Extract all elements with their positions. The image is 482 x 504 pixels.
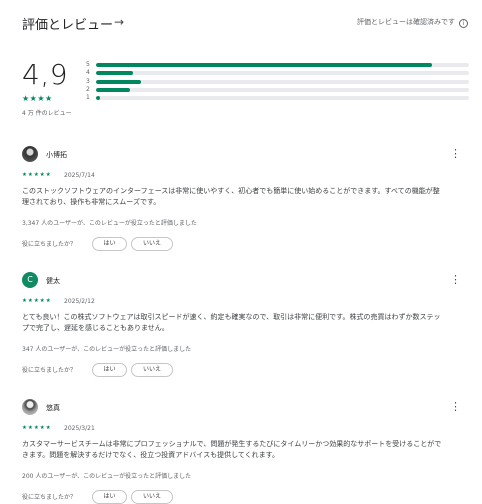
more-vert-icon[interactable]: ⋮	[450, 400, 461, 414]
helpful-count: 200 人のユーザーが、このレビューが役立ったと評価しました	[22, 473, 192, 480]
review-text: このストックソフトウェアのインターフェースは非常に使いやすく、初心者でも簡単に使…	[22, 187, 440, 206]
review-date: 2025/2/12	[64, 298, 95, 305]
rating-bar-fill	[96, 79, 141, 84]
helpful-count: 3,347 人のユーザーが、このレビューが役立ったと評価しました	[22, 220, 197, 227]
review-date: 2025/3/21	[64, 425, 95, 432]
arrow-right-icon[interactable]: →	[112, 14, 126, 30]
helpful-row: 役に立ちましたか？ はい いいえ	[22, 490, 466, 504]
rating-bar-fill	[96, 63, 432, 67]
review-card: 悠真 ⋮ ★★★★★ 2025/3/21 カスタマーサービスチームは非常にプロフ…	[22, 399, 466, 504]
rating-bar-label: 4	[86, 69, 90, 77]
review-date: 2025/7/14	[64, 172, 95, 179]
rating-distribution: 5 4 3 2 1	[86, 61, 472, 102]
info-icon[interactable]: i	[459, 19, 468, 28]
helpful-no-button[interactable]: いいえ	[131, 363, 173, 377]
reviewer-name: 小博拓	[46, 151, 67, 159]
section-header: 評価とレビュー → 評価とレビューは確認済みです i	[22, 14, 472, 34]
more-vert-icon[interactable]: ⋮	[450, 273, 461, 287]
review-card: 小博拓 ⋮ ★★★★★ 2025/7/14 このストックソフトウェアのインターフ…	[22, 146, 466, 251]
rating-bar-label: 1	[86, 94, 90, 102]
review-meta: ★★★★★ 2025/3/21	[22, 425, 466, 436]
avatar: C	[22, 272, 38, 288]
helpful-count: 347 人のユーザーが、このレビューが役立ったと評価しました	[22, 346, 192, 353]
review-text: カスタマーサービスチームは非常にプロフェッショナルで、問題が発生するたびにタイム…	[22, 440, 442, 459]
helpful-no-button[interactable]: いいえ	[131, 490, 173, 504]
review-meta: ★★★★★ 2025/7/14	[22, 172, 466, 183]
rating-summary: 4,9 ★★★★ 4 万 件のレビュー 5 4 3 2 1	[22, 58, 472, 118]
rating-bar-label: 3	[86, 77, 90, 85]
review-card: C 健太 ⋮ ★★★★★ 2025/2/12 とても良い！この株式ソフトウェアは…	[22, 272, 466, 377]
avatar	[22, 146, 38, 162]
avatar	[22, 399, 38, 415]
rating-bar-row: 4	[86, 69, 472, 77]
ratings-reviews-page: 評価とレビュー → 評価とレビューは確認済みです i 4,9 ★★★★ 4 万 件…	[0, 0, 482, 504]
rating-bar-fill	[96, 71, 134, 76]
helpful-no-button[interactable]: いいえ	[131, 237, 173, 251]
rating-bar-label: 5	[86, 61, 90, 68]
helpful-row: 役に立ちましたか？ はい いいえ	[22, 237, 466, 251]
reviewer-name: 悠真	[46, 404, 60, 412]
helpful-yes-button[interactable]: はい	[92, 363, 127, 377]
review-stars: ★★★★★	[22, 172, 52, 178]
helpful-yes-button[interactable]: はい	[92, 237, 127, 251]
rating-bar-row: 2	[86, 86, 472, 94]
review-text: とても良い！この株式ソフトウェアは取引スピードが速く、約定も確実なので、取引は非…	[22, 313, 441, 332]
review-stars: ★★★★★	[22, 298, 52, 304]
reviewer-name: 健太	[46, 277, 60, 285]
rating-bar-fill	[96, 87, 130, 92]
reviewer-row: 小博拓 ⋮	[22, 146, 466, 164]
rating-bar-row: 1	[86, 94, 472, 102]
reviewer-row: 悠真 ⋮	[22, 399, 466, 417]
verified-text: 評価とレビューは確認済みです	[357, 18, 455, 26]
helpful-question: 役に立ちましたか？	[22, 241, 77, 248]
rating-bar-track	[96, 71, 469, 76]
rating-bar-row: 5	[86, 61, 472, 69]
rating-bar-row: 3	[86, 78, 472, 86]
rating-bar-track	[96, 79, 469, 84]
helpful-yes-button[interactable]: はい	[92, 490, 127, 504]
rating-bar-track	[96, 87, 469, 92]
helpful-row: 役に立ちましたか？ はい いいえ	[22, 363, 466, 377]
average-score: 4,9	[22, 58, 69, 91]
review-meta: ★★★★★ 2025/2/12	[22, 298, 466, 309]
review-count: 4 万 件のレビュー	[22, 110, 72, 117]
average-stars: ★★★★	[22, 94, 53, 103]
rating-bar-fill	[96, 96, 100, 101]
more-vert-icon[interactable]: ⋮	[450, 147, 461, 161]
rating-bar-track	[96, 96, 469, 101]
reviewer-row: C 健太 ⋮	[22, 272, 466, 290]
verified-note[interactable]: 評価とレビューは確認済みです i	[357, 17, 468, 28]
rating-bar-label: 2	[86, 85, 90, 93]
review-stars: ★★★★★	[22, 425, 52, 431]
section-title: 評価とレビュー	[22, 18, 114, 33]
helpful-question: 役に立ちましたか？	[22, 367, 77, 374]
rating-bar-track	[96, 63, 469, 67]
